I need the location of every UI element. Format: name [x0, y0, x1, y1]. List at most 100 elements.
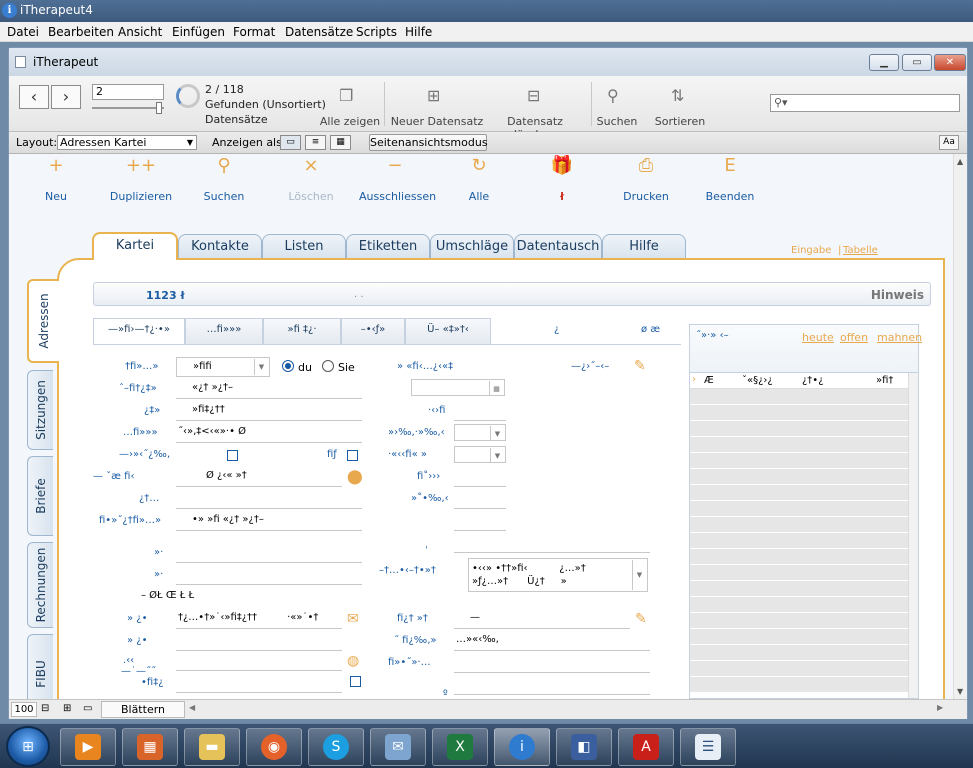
list-item[interactable] — [690, 645, 918, 661]
minimize-button[interactable]: ▁ — [869, 54, 899, 71]
list-item[interactable] — [690, 501, 918, 517]
list-item[interactable] — [690, 405, 918, 421]
list-item[interactable] — [690, 565, 918, 581]
toggle-bars-icon[interactable]: ▭ — [83, 703, 92, 714]
address-field[interactable]: Ø ¿‹« »† — [176, 467, 342, 487]
contact-checkbox[interactable] — [227, 450, 238, 461]
right-field-9[interactable]: …»«‹‰‚ — [454, 631, 650, 651]
edit-pencil-icon[interactable]: ✎ — [635, 611, 647, 627]
taskbar-pdf[interactable]: A — [618, 728, 674, 766]
du-radio[interactable] — [282, 360, 294, 372]
list-item[interactable] — [690, 549, 918, 565]
layout-select[interactable]: Adressen Kartei ▼ — [57, 135, 197, 150]
taskbar-tool[interactable]: ▦ — [122, 728, 178, 766]
mail-icon[interactable]: ✉ — [347, 611, 359, 627]
list-item[interactable] — [690, 613, 918, 629]
note-field-1[interactable] — [176, 651, 342, 671]
note-checkbox[interactable] — [350, 676, 361, 687]
scroll-right-icon[interactable]: ▶ — [937, 703, 943, 712]
list-item[interactable] — [690, 629, 918, 645]
list-item[interactable] — [690, 597, 918, 613]
tab-kartei[interactable]: Kartei — [92, 232, 178, 260]
globe-icon[interactable]: ◍ — [347, 653, 359, 669]
subtab-3[interactable]: »fi ‡¿· — [263, 318, 341, 344]
date-field[interactable]: ▦ — [411, 379, 505, 396]
sie-radio[interactable] — [322, 360, 334, 372]
form-view-button[interactable]: ▭ — [280, 135, 301, 150]
close-button[interactable]: ✕ — [934, 54, 966, 71]
menu-datei[interactable]: Datei — [7, 25, 39, 39]
side-tab-briefe[interactable]: Briefe — [27, 456, 53, 536]
show-all-action[interactable]: ↻ Alle — [444, 154, 514, 203]
print-action[interactable]: ⎙ Drucken — [611, 154, 681, 203]
open-link[interactable]: offen — [840, 331, 868, 344]
menu-bearbeiten[interactable]: Bearbeiten — [48, 25, 114, 39]
taskbar-skype[interactable]: S — [308, 728, 364, 766]
taskbar-media[interactable]: ▶ — [60, 728, 116, 766]
street-field[interactable]: •» »fi «¿† »¿†– — [176, 511, 362, 531]
taskbar-excel[interactable]: X — [432, 728, 488, 766]
show-all-button[interactable]: Alle zeigen — [319, 115, 381, 128]
email-field[interactable]: †¿…•†»˙‹»fi‡¿†† ·«»˙•† — [176, 609, 342, 629]
menu-scripts[interactable]: Scripts — [356, 25, 397, 39]
list-item[interactable] — [690, 453, 918, 469]
sort-icon[interactable]: ⇅ — [671, 86, 684, 105]
zoom-level[interactable]: 100 — [11, 702, 37, 717]
list-item[interactable] — [690, 437, 918, 453]
right-field-blank[interactable] — [454, 533, 650, 553]
side-tab-rechnungen[interactable]: Rechnungen — [27, 542, 53, 628]
list-item[interactable] — [690, 677, 918, 693]
page-view-button[interactable]: Seitenansichtsmodus — [369, 134, 488, 151]
start-button[interactable]: ⊞ — [6, 726, 50, 767]
right-field-2[interactable] — [454, 401, 506, 421]
list-item[interactable] — [690, 533, 918, 549]
tab-datentausch[interactable]: Datentausch — [514, 234, 602, 260]
record-number-input[interactable]: 2 — [92, 84, 164, 100]
right-select-4[interactable]: ▼ — [454, 446, 506, 463]
list-view-button[interactable]: ≡ — [305, 135, 326, 150]
exclude-action[interactable]: − Ausschliessen — [359, 154, 436, 203]
subtab-4[interactable]: –•‹ƒ» — [341, 318, 405, 344]
taskbar-explorer[interactable]: ▬ — [184, 728, 240, 766]
taskbar-contacts[interactable]: ☰ — [680, 728, 736, 766]
edit-pencil-icon[interactable]: ✎ — [634, 358, 646, 374]
subtab-1[interactable]: —»fi›—†¿·•» — [93, 318, 185, 344]
taskbar-firefox[interactable]: ◉ — [246, 728, 302, 766]
maximize-button[interactable]: ▭ — [902, 54, 932, 71]
entry-view-link[interactable]: Eingabe — [791, 245, 831, 256]
taskbar-itherapeut[interactable]: i — [494, 728, 550, 766]
right-field-8[interactable]: — — [454, 609, 630, 629]
menu-einfuegen[interactable]: Einfügen — [172, 25, 225, 39]
today-link[interactable]: heute — [802, 331, 834, 344]
mode-selector[interactable]: Blättern — [101, 701, 185, 718]
zip-field[interactable] — [176, 489, 362, 509]
side-tab-sitzungen[interactable]: Sitzungen — [27, 370, 53, 450]
right-list-scrollbar[interactable] — [908, 373, 918, 698]
phone2-field[interactable] — [176, 565, 362, 585]
list-item[interactable] — [690, 485, 918, 501]
right-field-6b[interactable] — [454, 511, 506, 531]
new-action[interactable]: + Neu — [21, 154, 91, 203]
text-size-button[interactable]: Aa — [939, 135, 959, 150]
reminder-link[interactable]: mahnen — [877, 331, 922, 344]
firstname-field[interactable]: ˝‹»‚‡<‹«»·• Ø — [176, 423, 362, 443]
side-tab-fibu[interactable]: FIBU — [27, 634, 53, 699]
menu-hilfe[interactable]: Hilfe — [405, 25, 432, 39]
right-field-6[interactable] — [454, 489, 506, 509]
side-tab-adressen[interactable]: Adressen — [27, 279, 59, 363]
name-field[interactable]: »fi‡¿†† — [176, 401, 362, 421]
title-field[interactable]: «¿† »¿†– — [176, 379, 362, 399]
list-item[interactable]: › Æ ˇ«§¿›¿ ¿†•¿ »fi† — [690, 373, 918, 389]
table-view-button[interactable]: ▦ — [330, 135, 351, 150]
subtab-5[interactable]: Ü– «‡»†‹ — [405, 318, 491, 344]
new-record-icon[interactable]: ⊞ — [427, 86, 440, 105]
list-item[interactable] — [690, 661, 918, 677]
tab-kontakte[interactable]: Kontakte — [178, 234, 262, 260]
location-pin-icon[interactable]: ⬤ — [347, 469, 363, 485]
list-item[interactable] — [690, 581, 918, 597]
record-slider-thumb[interactable] — [156, 102, 162, 114]
subtab-2[interactable]: …fi»»» — [185, 318, 263, 344]
search-button[interactable]: Suchen — [592, 115, 642, 128]
zoom-in-icon[interactable]: ⊞ — [63, 703, 71, 714]
delete-record-icon[interactable]: ⊟ — [527, 86, 540, 105]
